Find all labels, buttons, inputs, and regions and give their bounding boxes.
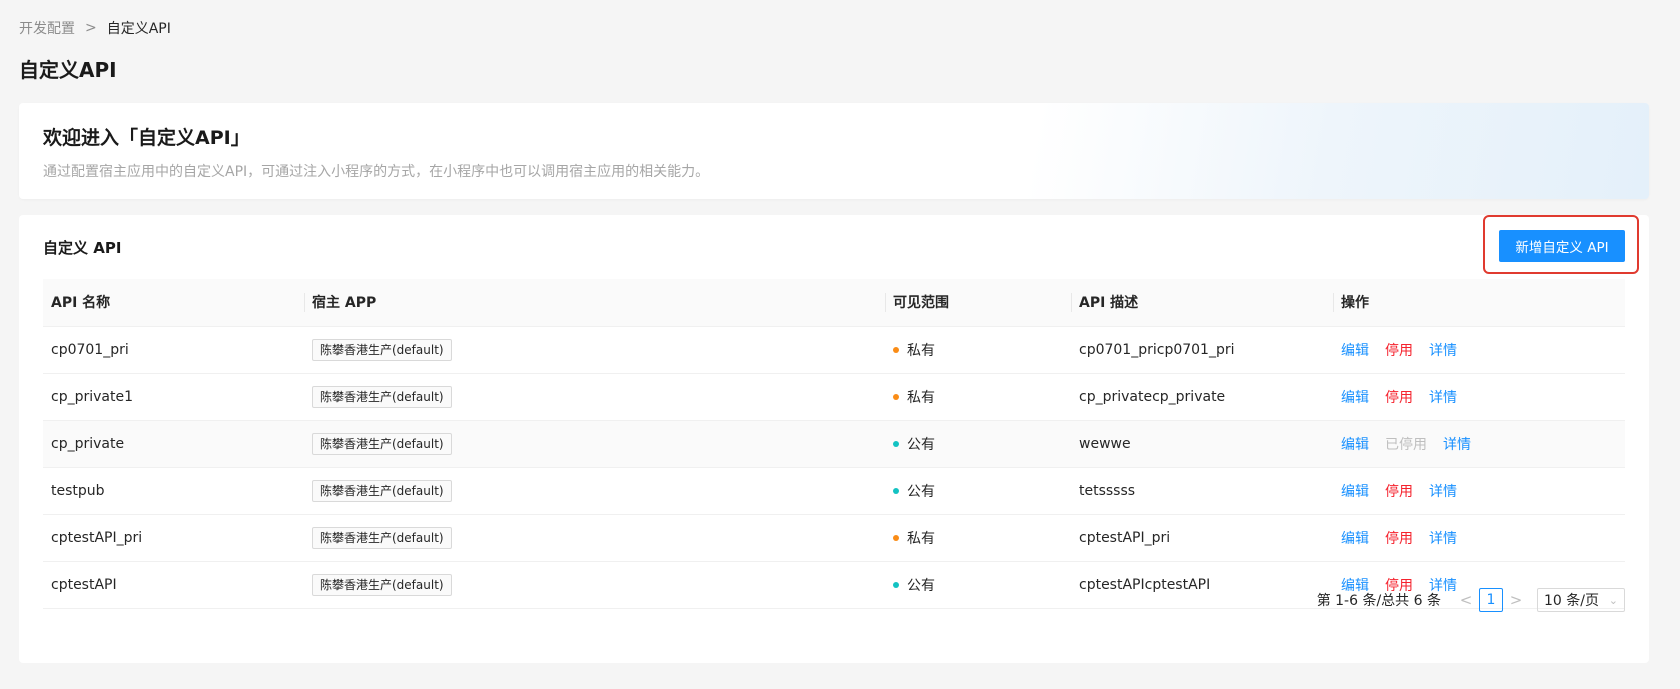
column-header-api-name: API 名称 [43,279,304,327]
add-custom-api-button[interactable]: 新增自定义 API [1499,230,1625,262]
pagination-total: 第 1-6 条/总共 6 条 [1316,593,1441,609]
table-body: cp0701_pri 陈攀香港生产(default) 私有 cp0701_pricp0… [43,326,1625,609]
prev-page-button[interactable]: < [1455,591,1477,609]
welcome-description: 通过配置宿主应用中的自定义API，可通过注入小程序的方式，在小程序中也可以调用宿… [43,164,710,180]
api-name-cell: cptestAPI_pri [43,514,304,562]
visibility-label: 私有 [907,530,935,547]
host-app-cell: 陈攀香港生产(default) [304,420,885,468]
visibility-label: 私有 [907,342,935,359]
column-header-host-app: 宿主 APP [304,279,885,327]
api-name-cell: cp0701_pri [43,326,304,374]
status-dot-icon [893,534,899,541]
table-row: cp_private 陈攀香港生产(default) 公有 wewwe 编辑 已停用 详情 [43,420,1625,468]
host-app-tag: 陈攀香港生产(default) [312,432,452,455]
host-app-cell: 陈攀香港生产(default) [304,514,885,562]
edit-link[interactable]: 编辑 [1341,484,1369,500]
disable-link[interactable]: 停用 [1385,531,1413,547]
host-app-tag: 陈攀香港生产(default) [312,526,452,549]
pagination: 第 1-6 条/总共 6 条 < 1 > 10 条/页 ⌄ [1317,588,1625,612]
host-app-cell: 陈攀香港生产(default) [304,373,885,421]
disable-link[interactable]: 停用 [1385,390,1413,406]
host-app-tag: 陈攀香港生产(default) [312,385,452,408]
column-header-visibility: 可见范围 [885,279,1071,327]
visibility-cell: 公有 [885,420,1071,468]
column-header-api-desc: API 描述 [1071,279,1333,327]
visibility-label: 公有 [907,436,935,453]
detail-link[interactable]: 详情 [1443,437,1471,453]
breadcrumb-separator: > [85,20,97,36]
api-name-cell: cptestAPI [43,561,304,609]
breadcrumb-current: 自定义API [106,21,171,37]
page-1-button[interactable]: 1 [1479,588,1503,612]
api-desc-cell: tetsssss [1071,467,1333,515]
visibility-label: 私有 [907,389,935,406]
table-row: testpub 陈攀香港生产(default) 公有 tetsssss 编辑 停用 详情 [43,467,1625,515]
chevron-down-icon: ⌄ [1608,593,1618,607]
visibility-cell: 私有 [885,514,1071,562]
table-row: cp0701_pri 陈攀香港生产(default) 私有 cp0701_pricp0… [43,326,1625,374]
actions-cell: 编辑 停用 详情 [1333,373,1625,421]
edit-link[interactable]: 编辑 [1341,531,1369,547]
api-desc-cell: cp_privatecp_private [1071,373,1333,421]
visibility-label: 公有 [907,483,935,500]
page-title: 自定义API [19,58,117,82]
host-app-cell: 陈攀香港生产(default) [304,467,885,515]
status-dot-icon [893,487,899,494]
visibility-cell: 私有 [885,373,1071,421]
welcome-card: 欢迎进入「自定义API」 通过配置宿主应用中的自定义API，可通过注入小程序的方… [19,103,1649,199]
host-app-tag: 陈攀香港生产(default) [312,479,452,502]
page-size-select[interactable]: 10 条/页 ⌄ [1537,588,1625,612]
api-list-card: 自定义 API 新增自定义 API API 名称 宿主 APP 可见范围 API… [19,215,1649,663]
edit-link[interactable]: 编辑 [1341,437,1369,453]
section-title: 自定义 API [43,239,122,257]
api-desc-cell: cptestAPIcptestAPI [1071,561,1333,609]
detail-link[interactable]: 详情 [1429,390,1457,406]
detail-link[interactable]: 详情 [1429,484,1457,500]
disable-link[interactable]: 停用 [1385,484,1413,500]
host-app-tag: 陈攀香港生产(default) [312,573,452,596]
table-row: cp_private1 陈攀香港生产(default) 私有 cp_privatecp… [43,373,1625,421]
host-app-cell: 陈攀香港生产(default) [304,326,885,374]
welcome-title: 欢迎进入「自定义API」 [43,127,250,149]
next-page-button[interactable]: > [1505,591,1527,609]
table-row: cptestAPI_pri 陈攀香港生产(default) 私有 cptestAPI_… [43,514,1625,562]
visibility-cell: 公有 [885,467,1071,515]
visibility-cell: 公有 [885,561,1071,609]
api-name-cell: cp_private1 [43,373,304,421]
column-header-actions: 操作 [1333,279,1625,327]
api-desc-cell: cp0701_pricp0701_pri [1071,326,1333,374]
visibility-label: 公有 [907,577,935,594]
detail-link[interactable]: 详情 [1429,531,1457,547]
actions-cell: 编辑 已停用 详情 [1333,420,1625,468]
status-dot-icon [893,393,899,400]
host-app-tag: 陈攀香港生产(default) [312,338,452,361]
host-app-cell: 陈攀香港生产(default) [304,561,885,609]
disabled-status-label: 已停用 [1385,436,1427,453]
table-header-row: API 名称 宿主 APP 可见范围 API 描述 操作 [43,279,1625,327]
detail-link[interactable]: 详情 [1429,343,1457,359]
status-dot-icon [893,581,899,588]
api-name-cell: cp_private [43,420,304,468]
api-name-cell: testpub [43,467,304,515]
breadcrumb-parent-link[interactable]: 开发配置 [19,18,75,38]
actions-cell: 编辑 停用 详情 [1333,326,1625,374]
disable-link[interactable]: 停用 [1385,343,1413,359]
edit-link[interactable]: 编辑 [1341,390,1369,406]
visibility-cell: 私有 [885,326,1071,374]
api-desc-cell: cptestAPI_pri [1071,514,1333,562]
status-dot-icon [893,346,899,353]
breadcrumb: 开发配置 > 自定义API [19,18,171,38]
status-dot-icon [893,440,899,447]
api-table: API 名称 宿主 APP 可见范围 API 描述 操作 cp0701_pri 陈… [43,279,1625,609]
actions-cell: 编辑 停用 详情 [1333,514,1625,562]
page-size-value: 10 条/页 [1544,593,1599,609]
api-desc-cell: wewwe [1071,420,1333,468]
actions-cell: 编辑 停用 详情 [1333,467,1625,515]
edit-link[interactable]: 编辑 [1341,343,1369,359]
